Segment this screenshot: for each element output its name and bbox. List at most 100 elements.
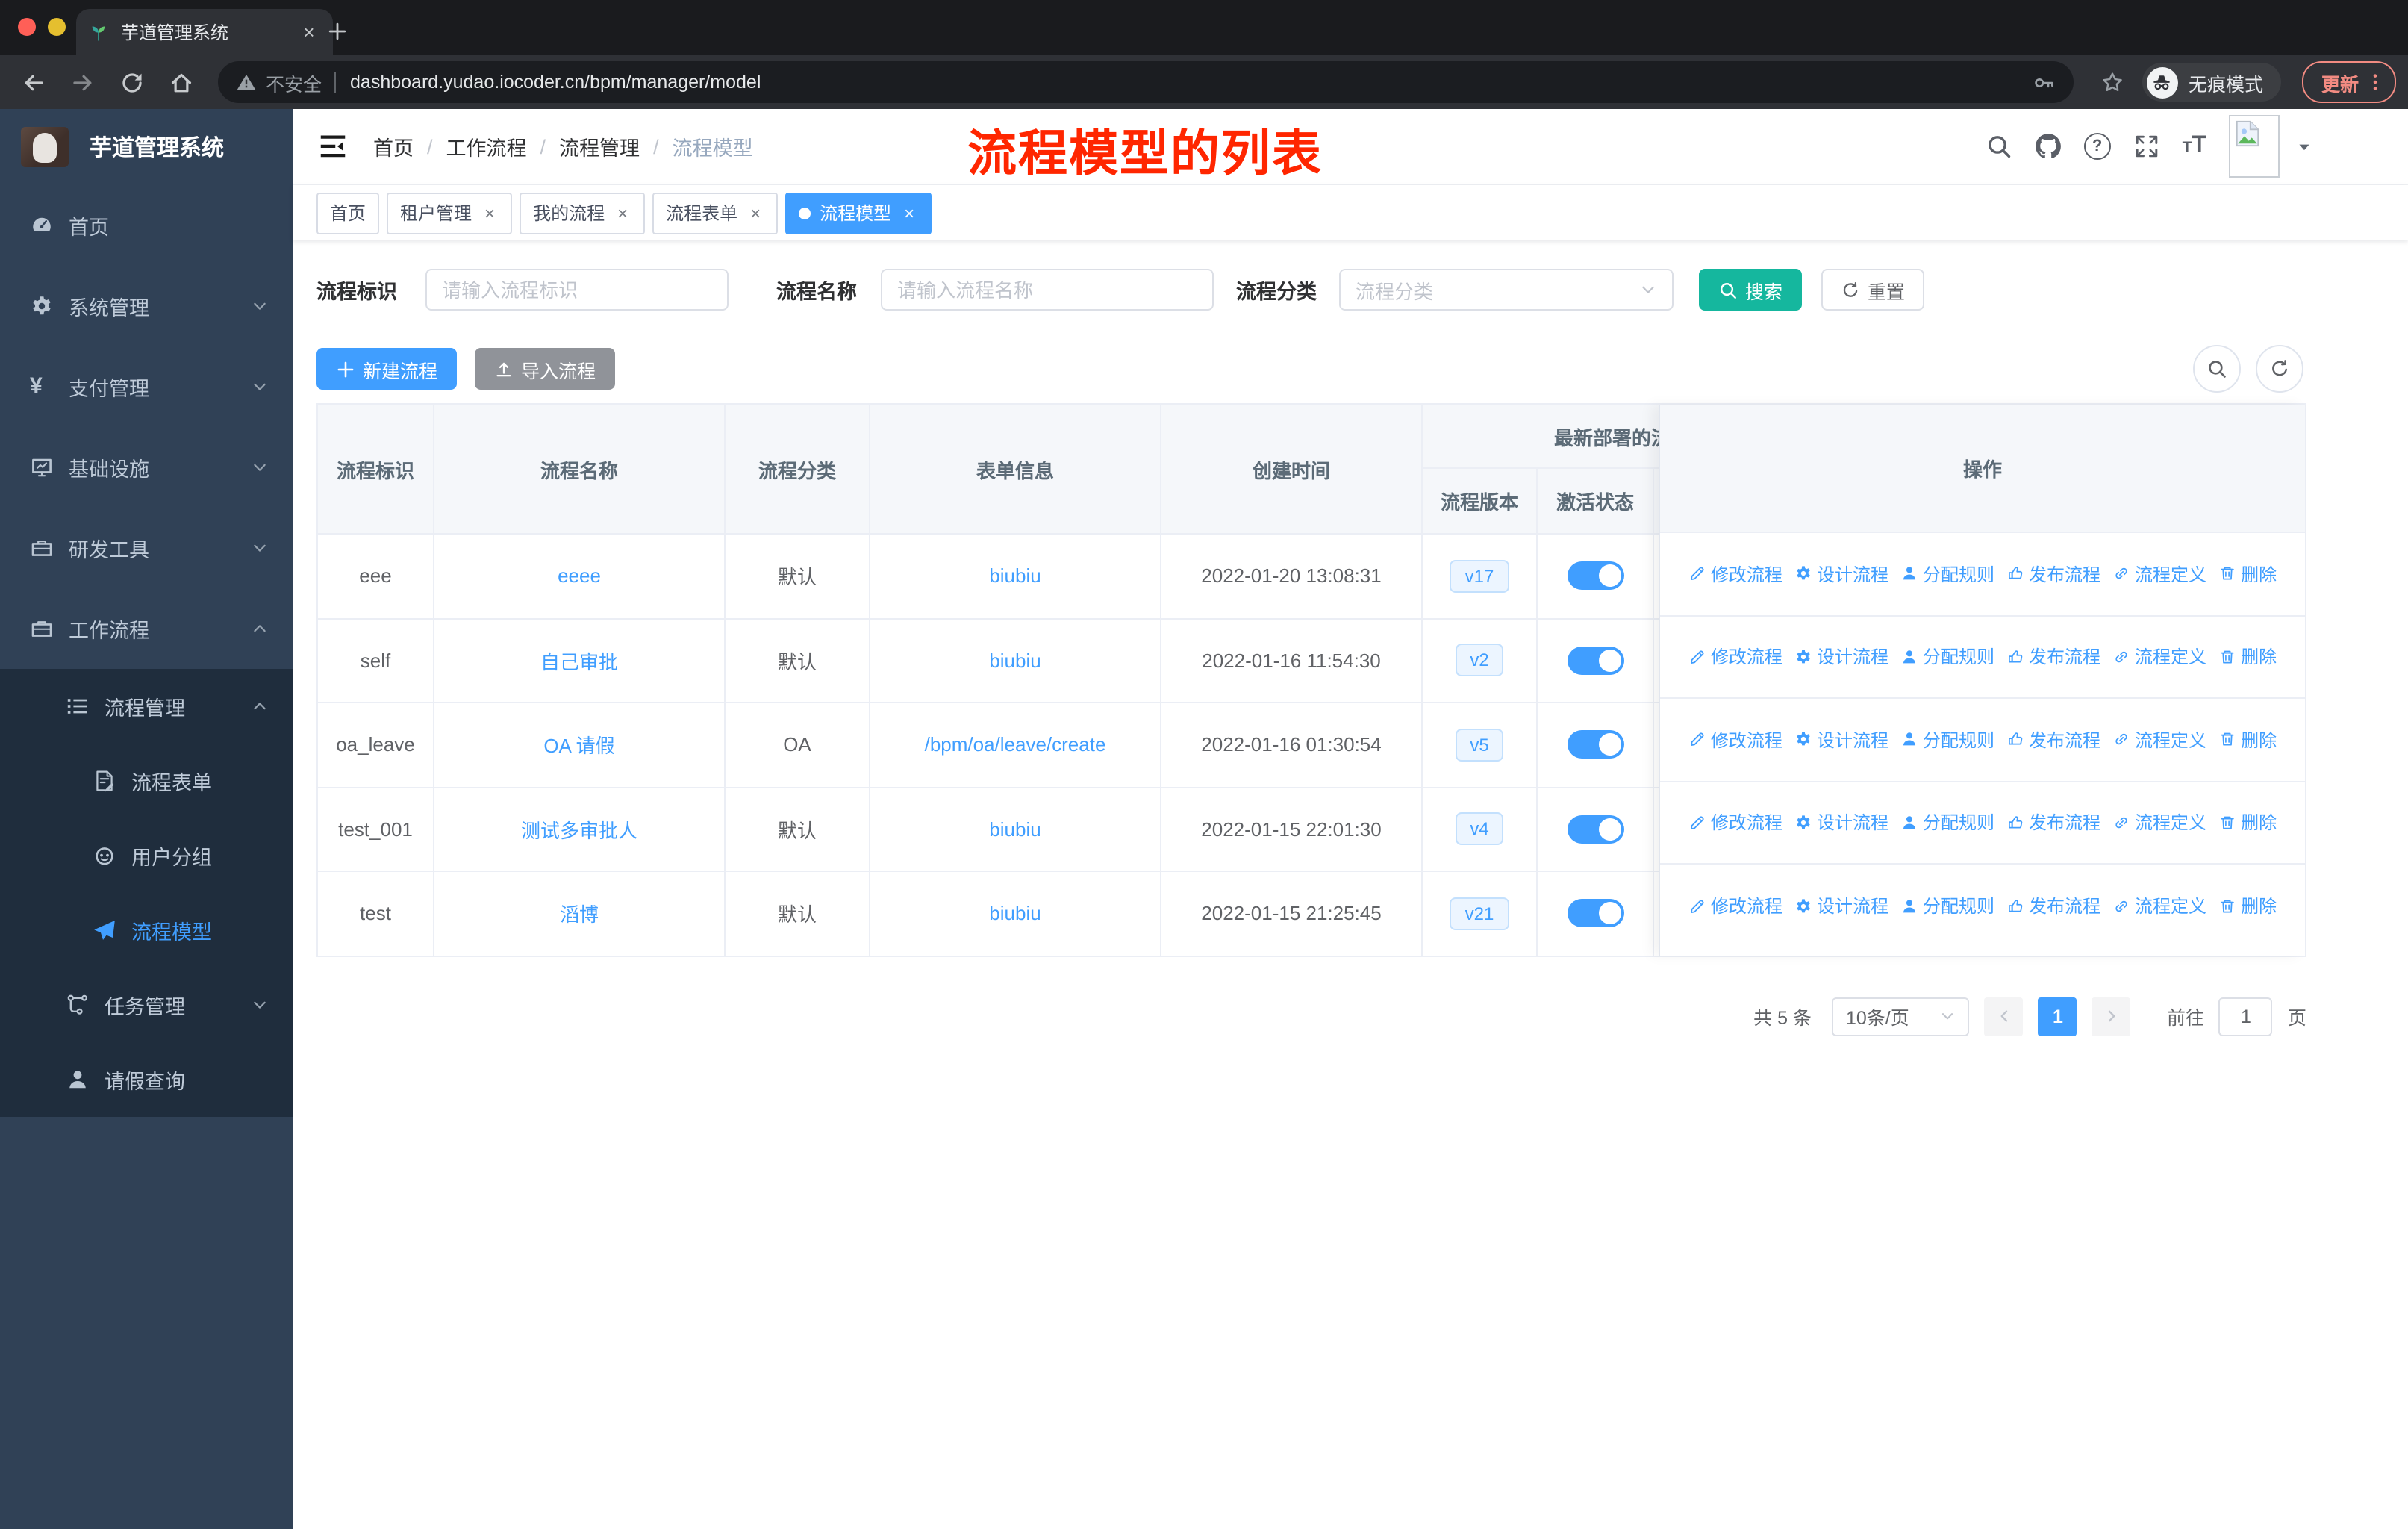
tag-流程表单[interactable]: 流程表单 × (652, 192, 779, 234)
minimize-window-button[interactable] (48, 18, 66, 36)
action-assign-user[interactable]: 分配规则 (1900, 644, 1994, 670)
action-assign-user[interactable]: 分配规则 (1900, 810, 1994, 835)
action-definition-link[interactable]: 流程定义 (2112, 644, 2206, 670)
current-page-button[interactable]: 1 (2038, 997, 2077, 1036)
sidebar-item-leave-query[interactable]: 请假查询 (0, 1042, 293, 1117)
tag-首页[interactable]: 首页 (316, 192, 380, 234)
action-edit-pencil[interactable]: 修改流程 (1688, 894, 1782, 919)
action-publish-hand[interactable]: 发布流程 (2006, 894, 2100, 919)
reload-button[interactable] (119, 69, 145, 95)
active-toggle[interactable] (1567, 815, 1623, 844)
form-info-link[interactable]: biubiu (989, 818, 1041, 841)
form-info-link[interactable]: biubiu (989, 903, 1041, 925)
forward-button[interactable] (70, 69, 96, 95)
sidebar-item-task-manage[interactable]: 任务管理 (0, 968, 293, 1042)
page-size-select[interactable]: 10条/页 (1832, 997, 1970, 1036)
sidebar-item-workflow[interactable]: 工作流程 (0, 588, 293, 669)
process-name-input[interactable] (881, 269, 1214, 311)
action-design-gear[interactable]: 设计流程 (1794, 810, 1888, 835)
tag-租户管理[interactable]: 租户管理 × (387, 192, 513, 234)
form-info-link[interactable]: /bpm/oa/leave/create (925, 734, 1106, 756)
refresh-table-button[interactable] (2256, 345, 2303, 393)
action-edit-pencil[interactable]: 修改流程 (1688, 561, 1782, 587)
close-icon[interactable]: × (900, 204, 918, 222)
help-icon[interactable]: ? (2083, 133, 2111, 160)
breadcrumb-item[interactable]: 流程管理 (559, 131, 640, 161)
github-icon[interactable] (2035, 133, 2062, 160)
active-toggle[interactable] (1567, 561, 1623, 591)
action-publish-hand[interactable]: 发布流程 (2006, 644, 2100, 670)
process-name-link[interactable]: 滔博 (560, 900, 599, 928)
menu-dots-icon[interactable] (2365, 72, 2386, 93)
reset-button[interactable]: 重置 (1821, 269, 1925, 311)
active-toggle[interactable] (1567, 899, 1623, 928)
close-icon[interactable]: × (746, 204, 764, 222)
process-category-select[interactable]: 流程分类 (1339, 269, 1674, 311)
home-button[interactable] (169, 69, 194, 95)
action-definition-link[interactable]: 流程定义 (2112, 894, 2206, 919)
show-search-button[interactable] (2193, 345, 2241, 393)
action-delete-trash[interactable]: 删除 (2218, 810, 2277, 835)
next-page-button[interactable] (2092, 997, 2131, 1036)
action-delete-trash[interactable]: 删除 (2218, 894, 2277, 919)
action-design-gear[interactable]: 设计流程 (1794, 727, 1888, 753)
sidebar-item-bpm-form[interactable]: 流程表单 (0, 744, 293, 818)
url-text[interactable]: dashboard.yudao.iocoder.cn/bpm/manager/m… (350, 72, 2033, 93)
sidebar-item-user-group[interactable]: 用户分组 (0, 818, 293, 893)
search-icon[interactable] (1986, 133, 2012, 160)
close-icon[interactable]: × (481, 204, 499, 222)
browser-tab[interactable]: 芋道管理系统 × (76, 9, 333, 55)
goto-page-input[interactable] (2218, 997, 2273, 1036)
close-icon[interactable]: × (614, 204, 631, 222)
font-size-icon[interactable]: TT (2183, 132, 2206, 161)
prev-page-button[interactable] (1984, 997, 2024, 1036)
action-design-gear[interactable]: 设计流程 (1794, 561, 1888, 587)
form-info-link[interactable]: biubiu (989, 650, 1041, 672)
tag-我的流程[interactable]: 我的流程 × (520, 192, 646, 234)
tab-close-icon[interactable]: × (297, 21, 321, 43)
create-process-button[interactable]: 新建流程 (316, 348, 458, 390)
tag-流程模型[interactable]: 流程模型 × (785, 192, 932, 234)
breadcrumb-item[interactable]: 首页 (373, 131, 414, 161)
action-edit-pencil[interactable]: 修改流程 (1688, 810, 1782, 835)
action-assign-user[interactable]: 分配规则 (1900, 561, 1994, 587)
close-window-button[interactable] (18, 18, 36, 36)
key-icon[interactable] (2033, 71, 2056, 93)
action-publish-hand[interactable]: 发布流程 (2006, 561, 2100, 587)
sidebar-item-bpm-manage[interactable]: 流程管理 (0, 669, 293, 744)
action-assign-user[interactable]: 分配规则 (1900, 727, 1994, 753)
action-delete-trash[interactable]: 删除 (2218, 561, 2277, 587)
new-tab-button[interactable] (321, 15, 354, 48)
import-process-button[interactable]: 导入流程 (475, 348, 616, 390)
process-key-input[interactable] (425, 269, 729, 311)
fullscreen-icon[interactable] (2133, 133, 2160, 160)
action-delete-trash[interactable]: 删除 (2218, 644, 2277, 670)
sidebar-logo-row[interactable]: 芋道管理系统 (0, 109, 293, 184)
sidebar-item-infra[interactable]: 基础设施 (0, 427, 293, 508)
chevron-down-icon[interactable] (2296, 138, 2312, 155)
action-design-gear[interactable]: 设计流程 (1794, 644, 1888, 670)
action-delete-trash[interactable]: 删除 (2218, 727, 2277, 753)
process-name-link[interactable]: eeee (558, 565, 601, 588)
process-name-link[interactable]: OA 请假 (543, 731, 614, 759)
action-definition-link[interactable]: 流程定义 (2112, 810, 2206, 835)
form-info-link[interactable]: biubiu (989, 565, 1041, 588)
back-button[interactable] (21, 69, 46, 95)
sidebar-item-home[interactable]: 首页 (0, 185, 293, 266)
sidebar-item-system[interactable]: 系统管理 (0, 266, 293, 346)
process-name-link[interactable]: 自己审批 (540, 647, 618, 675)
process-name-link[interactable]: 测试多审批人 (521, 815, 637, 844)
bookmark-star-icon[interactable] (2100, 70, 2124, 94)
active-toggle[interactable] (1567, 646, 1623, 675)
collapse-sidebar-icon[interactable] (318, 131, 348, 161)
breadcrumb-item[interactable]: 工作流程 (446, 131, 527, 161)
action-publish-hand[interactable]: 发布流程 (2006, 810, 2100, 835)
action-assign-user[interactable]: 分配规则 (1900, 894, 1994, 919)
action-definition-link[interactable]: 流程定义 (2112, 561, 2206, 587)
action-definition-link[interactable]: 流程定义 (2112, 727, 2206, 753)
address-bar[interactable]: 不安全 dashboard.yudao.iocoder.cn/bpm/manag… (218, 61, 2074, 103)
avatar[interactable] (2229, 115, 2280, 178)
action-edit-pencil[interactable]: 修改流程 (1688, 644, 1782, 670)
action-edit-pencil[interactable]: 修改流程 (1688, 727, 1782, 753)
update-button[interactable]: 更新 (2301, 61, 2396, 103)
